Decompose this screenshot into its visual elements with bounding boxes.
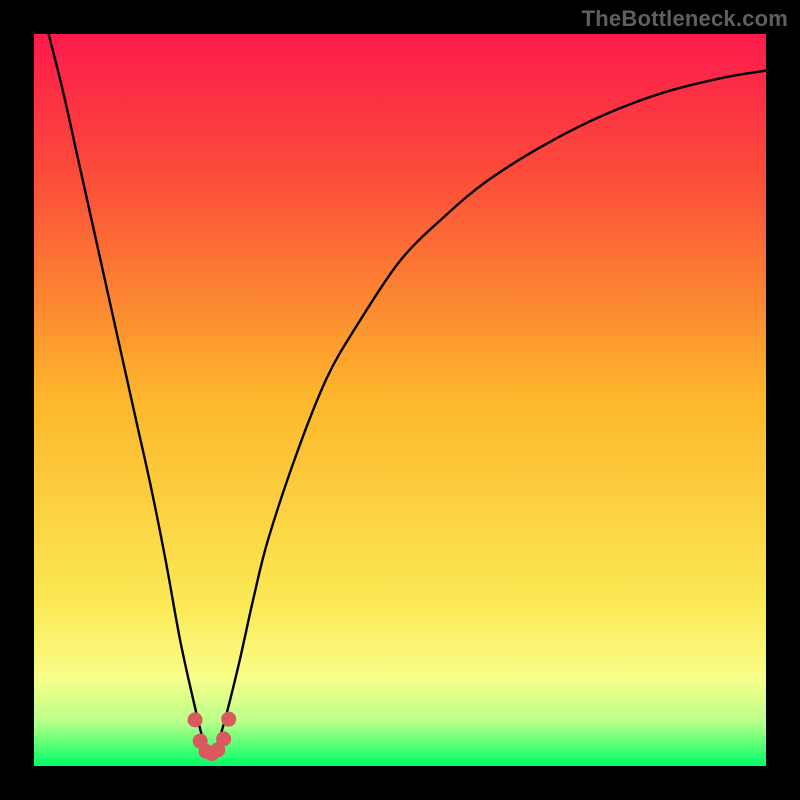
gradient-background xyxy=(34,34,766,766)
chart-frame: TheBottleneck.com xyxy=(0,0,800,800)
watermark-text: TheBottleneck.com xyxy=(582,6,788,32)
plot-area xyxy=(34,34,766,766)
plot-svg xyxy=(34,34,766,766)
minimum-marker xyxy=(216,731,231,746)
minimum-marker xyxy=(221,712,236,727)
minimum-marker xyxy=(188,712,203,727)
